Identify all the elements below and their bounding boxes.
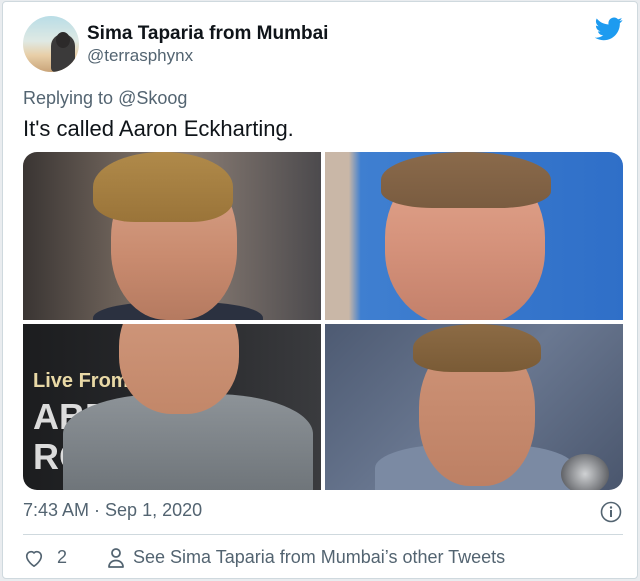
- author-name[interactable]: Sima Taparia from Mumbai: [87, 23, 328, 45]
- replying-to-context: Replying to @Skoog: [23, 88, 187, 109]
- tweet-text: It's called Aaron Eckharting.: [23, 116, 294, 141]
- media-grid: Live From ABBEY RO: [23, 152, 623, 490]
- author-handle[interactable]: @terrasphynx: [87, 46, 193, 66]
- photo-bottom-right[interactable]: [325, 324, 623, 490]
- like-count[interactable]: 2: [57, 547, 67, 568]
- photo-top-right[interactable]: [325, 152, 623, 320]
- photo-sign-line1: Live From: [33, 370, 129, 392]
- photo-microphone: [561, 454, 609, 490]
- photo-hair: [413, 324, 541, 372]
- person-icon: [108, 548, 124, 568]
- tweet-card: Sima Taparia from Mumbai @terrasphynx Re…: [2, 1, 638, 579]
- photo-top-left[interactable]: [23, 152, 321, 320]
- photo-hair: [381, 152, 551, 208]
- see-other-tweets-link[interactable]: See Sima Taparia from Mumbai’s other Twe…: [133, 547, 505, 568]
- avatar-person-head: [56, 32, 70, 48]
- heart-icon[interactable]: [23, 548, 45, 568]
- replying-to-mention[interactable]: @Skoog: [118, 88, 187, 108]
- twitter-bird-icon[interactable]: [595, 17, 623, 41]
- info-icon[interactable]: [600, 501, 622, 523]
- photo-bottom-left[interactable]: Live From ABBEY RO: [23, 324, 321, 490]
- divider: [23, 534, 623, 535]
- tweet-timestamp[interactable]: 7:43 AM · Sep 1, 2020: [23, 500, 202, 521]
- photo-hair: [93, 152, 233, 222]
- replying-to-prefix: Replying to: [23, 88, 114, 108]
- author-avatar[interactable]: [23, 16, 79, 72]
